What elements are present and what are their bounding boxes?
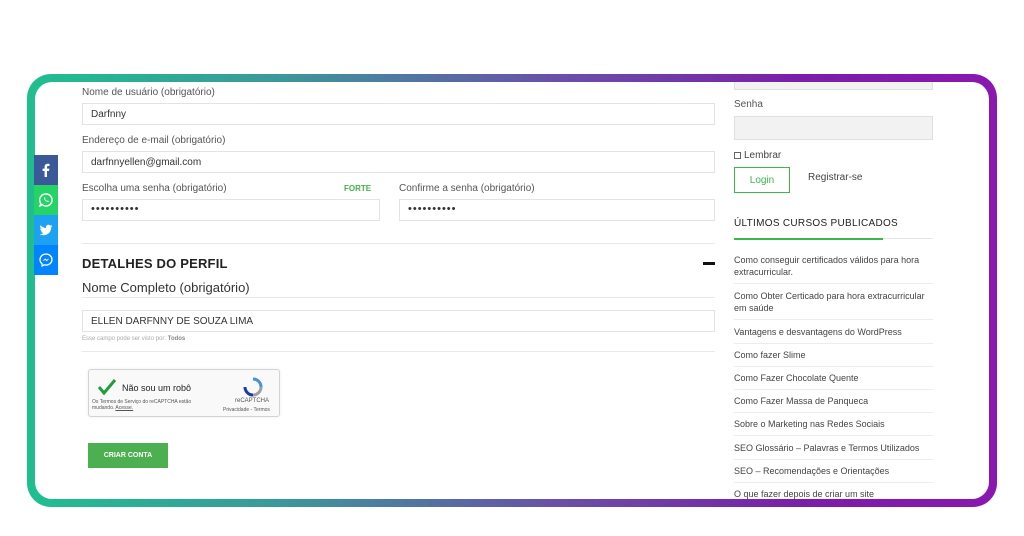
course-link[interactable]: Como Obter Certicado para hora extracurr… [734,290,933,314]
whatsapp-share-button[interactable] [34,185,58,215]
course-link[interactable]: O que fazer depois de criar um site [734,488,933,499]
title-accent-line [734,238,883,240]
courses-title: ÚLTIMOS CURSOS PUBLICADOS [734,218,899,229]
recaptcha-terms: Os Termos de Serviço do reCAPTCHA estão … [92,399,212,411]
recaptcha-brand: reCAPTCHA [235,398,270,404]
remember-checkbox[interactable] [734,152,741,159]
password-strength-indicator: FORTE [344,184,372,193]
course-link[interactable]: Como Fazer Massa de Panqueca [734,395,933,407]
divider [734,459,933,460]
divider [734,482,933,483]
login-button[interactable]: Login [734,167,790,193]
username-field[interactable]: Darfnny [82,103,715,125]
course-link[interactable]: SEO – Recomendações e Orientações [734,465,933,477]
course-link[interactable]: SEO Glossário – Palavras e Termos Utiliz… [734,442,933,454]
confirm-password-field[interactable]: •••••••••• [399,199,715,221]
email-label: Endereço de e-mail (obrigatório) [82,135,226,146]
password-label: Escolha uma senha (obrigatório) [82,183,227,194]
divider [734,366,933,367]
messenger-icon [39,253,53,267]
divider [82,297,715,298]
privacy-link[interactable]: Privacidade [223,407,249,413]
divider [734,343,933,344]
email-field[interactable]: darfnnyellen@gmail.com [82,151,715,173]
fullname-label: Nome Completo (obrigatório) [82,280,250,295]
gradient-frame: Nome de usuário (obrigatório) Darfnny En… [27,74,997,507]
visibility-hint-text: Esse campo pode ser visto por: [82,336,167,342]
create-account-button[interactable]: Criar conta [88,443,168,468]
collapse-icon[interactable] [703,262,715,265]
section-title: DETALHES DO PERFIL [82,256,228,271]
recaptcha-label: Não sou um robô [122,383,192,393]
course-link[interactable]: Como conseguir certificados válidos para… [734,254,933,278]
visibility-hint: Esse campo pode ser visto por: Todos [82,336,185,342]
divider [734,435,933,436]
twitter-icon [39,224,53,236]
divider [734,412,933,413]
username-label: Nome de usuário (obrigatório) [82,87,215,98]
recaptcha-terms-text: Os Termos de Serviço do reCAPTCHA estão … [92,399,192,411]
divider [734,319,933,320]
recaptcha-terms-link[interactable]: Acesse. [115,405,133,411]
divider [734,283,933,284]
course-link[interactable]: Sobre o Marketing nas Redes Sociais [734,418,933,430]
fullname-field[interactable]: ELLEN DARFNNY DE SOUZA LIMA [82,310,715,332]
messenger-share-button[interactable] [34,245,58,275]
facebook-icon [42,163,50,177]
recaptcha-widget: Não sou um robô Os Termos de Serviço do … [88,369,280,417]
checkmark-icon[interactable] [97,378,117,396]
sidebar-password-label: Senha [734,99,763,110]
links-separator: - [250,407,253,413]
confirm-password-label: Confirme a senha (obrigatório) [399,183,535,194]
password-field[interactable]: •••••••••• [82,199,380,221]
divider [82,243,715,244]
visibility-value[interactable]: Todos [168,336,186,342]
sidebar-password-field[interactable] [734,116,933,140]
register-link[interactable]: Registrar-se [808,172,862,183]
course-link[interactable]: Vantagens e desvantagens do WordPress [734,326,933,338]
divider [734,389,933,390]
remember-me[interactable]: Lembrar [734,150,781,161]
recaptcha-logo-icon [243,377,263,397]
facebook-share-button[interactable] [34,155,58,185]
whatsapp-icon [39,193,53,207]
twitter-share-button[interactable] [34,215,58,245]
divider [82,351,715,352]
remember-label: Lembrar [744,150,782,161]
recaptcha-links: Privacidade - Termos [223,407,270,413]
username-login-field[interactable] [734,82,933,90]
course-link[interactable]: Como fazer Slime [734,349,933,361]
content-panel: Nome de usuário (obrigatório) Darfnny En… [35,82,989,499]
course-link[interactable]: Como Fazer Chocolate Quente [734,372,933,384]
terms-link[interactable]: Termos [254,407,270,413]
